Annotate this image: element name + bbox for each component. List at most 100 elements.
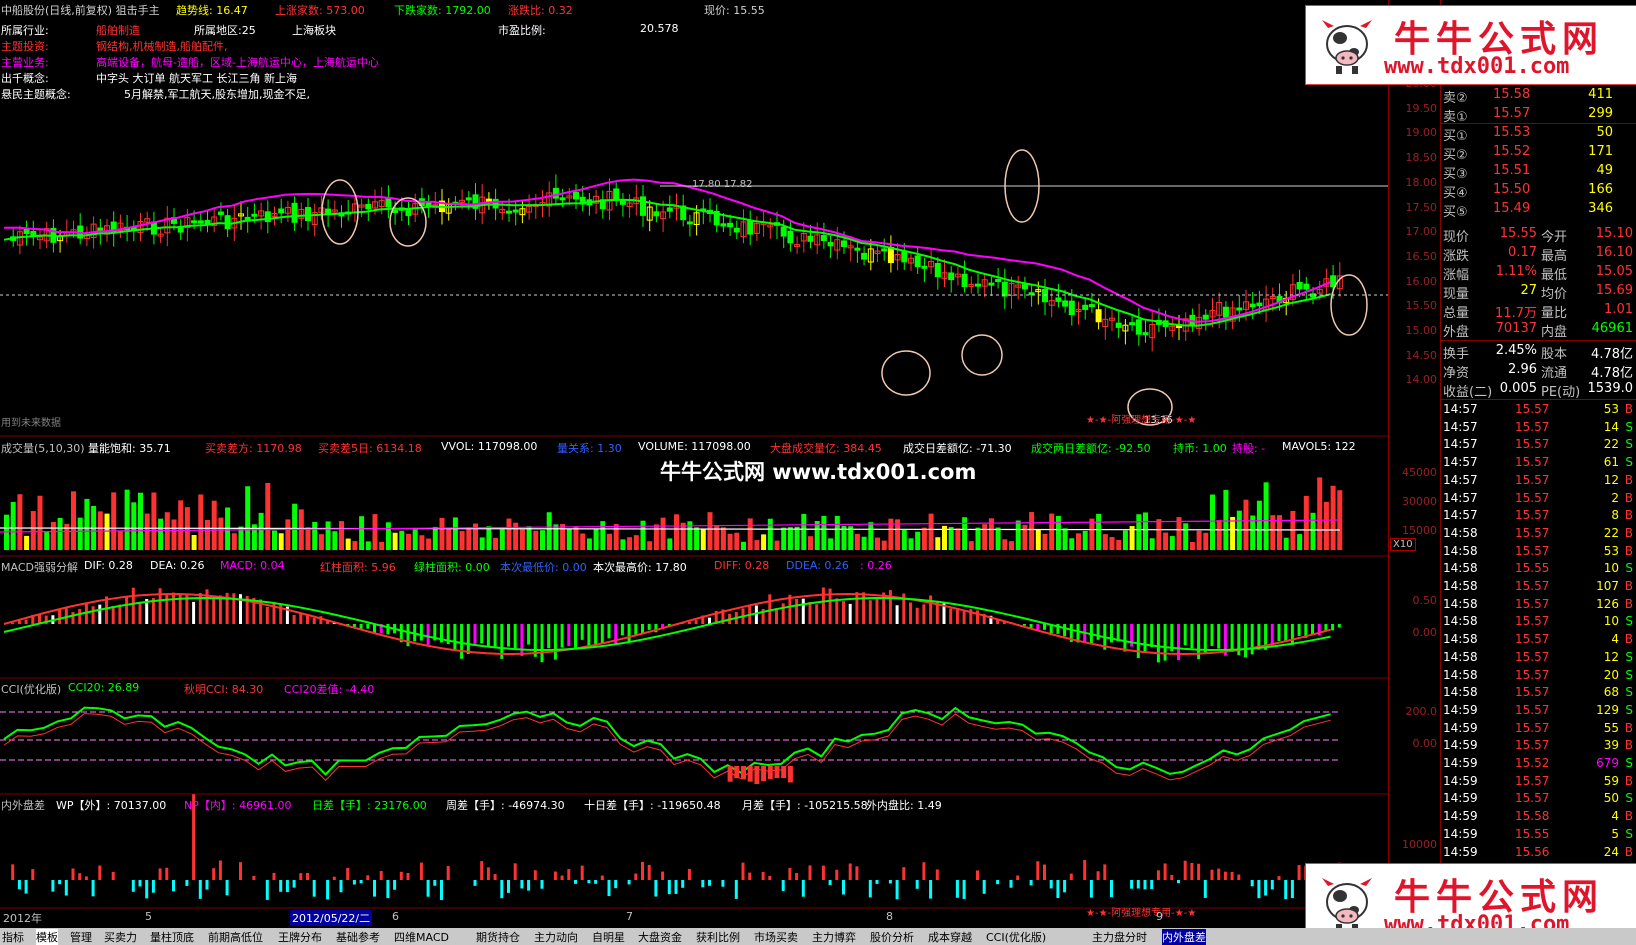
volume-bar <box>727 533 733 550</box>
stat-value: 46961 <box>1591 321 1633 336</box>
volume-bar <box>305 527 311 550</box>
stat-label: 现价 <box>1443 230 1470 245</box>
volume-bar <box>1082 530 1088 550</box>
axis-tick-label: 16.00 <box>1405 274 1438 288</box>
tick-volume: 22 <box>1603 437 1619 452</box>
volume-bar <box>908 538 914 550</box>
tick-volume: 4 <box>1611 632 1619 647</box>
tick-volume: 2 <box>1611 490 1619 505</box>
date-label: 7 <box>626 910 633 923</box>
volume-bar <box>439 517 445 550</box>
tab-18[interactable]: CCI(优化版) <box>986 929 1046 945</box>
tab-0[interactable]: 指标 <box>2 929 24 945</box>
volume-bar <box>138 492 143 550</box>
tick-price: 15.55 <box>1515 561 1550 576</box>
tick-row: 14:57 15.57 22 S <box>1441 436 1636 454</box>
volume-bar <box>948 527 954 550</box>
tab-19[interactable]: 主力盘分时 <box>1092 929 1147 945</box>
tick-volume: 129 <box>1596 702 1619 717</box>
volume-bar <box>10 502 16 550</box>
macd-green: 绿柱面积: 0.00 <box>414 561 490 574</box>
candle-body <box>1236 307 1243 311</box>
volume-bar <box>499 529 505 550</box>
tick-price: 15.57 <box>1515 685 1550 700</box>
tick-volume: 68 <box>1603 685 1619 700</box>
business-label: 主营业务: <box>1 56 49 69</box>
concept-value: 中字头 大订单 航天军工 长江三角 新上海 <box>96 72 297 85</box>
candle-body <box>291 202 298 223</box>
tick-time: 14:58 <box>1443 579 1478 593</box>
candle-body <box>1021 284 1028 290</box>
axis-tick-label: 45000 <box>1402 466 1437 479</box>
tab-9[interactable]: 期货持仓 <box>476 929 520 945</box>
tick-time: 14:57 <box>1443 419 1478 434</box>
stat-label: 总量 <box>1443 306 1470 321</box>
volume-bar <box>419 535 425 550</box>
candle-body <box>975 283 981 287</box>
volume-bar <box>540 530 545 550</box>
tab-7[interactable]: 基础参考 <box>336 929 380 945</box>
volume-bar <box>493 537 499 550</box>
volume-bar <box>787 527 793 550</box>
volume-bar <box>613 524 619 550</box>
volume-bar <box>392 532 398 550</box>
tab-12[interactable]: 大盘资金 <box>638 929 682 945</box>
tick-volume: 10 <box>1603 614 1619 629</box>
stat-value: 16.10 <box>1595 245 1633 260</box>
tab-11[interactable]: 自明星 <box>592 929 625 945</box>
tick-volume: 12 <box>1603 649 1619 664</box>
tab-16[interactable]: 股价分析 <box>870 929 914 945</box>
volume-bar <box>955 528 961 550</box>
tick-row: 14:58 15.57 10 S <box>1441 613 1636 631</box>
volume-bar <box>1035 529 1041 550</box>
tab-14[interactable]: 市场买卖 <box>754 929 798 945</box>
tick-time: 14:59 <box>1443 756 1478 770</box>
order-book-row: 买④ 15.50 166 <box>1441 181 1636 201</box>
tab-17[interactable]: 成本穿越 <box>928 929 972 945</box>
cci-red-bar <box>781 766 787 779</box>
down-count: 下跌家数: 1792.00 <box>394 4 491 17</box>
volume-bar <box>901 530 907 550</box>
stat-label: 均价 <box>1541 287 1568 302</box>
ad-banner-top[interactable]: 牛牛公式网 www.tdx001.com <box>1305 5 1636 85</box>
stat-label: 内盘 <box>1541 325 1568 340</box>
tab-13[interactable]: 获利比例 <box>696 929 740 945</box>
tab-3[interactable]: 买卖力 <box>104 929 137 945</box>
tick-row: 14:59 15.57 129 S <box>1441 702 1636 720</box>
candle-body <box>948 272 955 281</box>
candle-body <box>720 223 727 227</box>
tick-volume: 8 <box>1611 508 1619 523</box>
volume-bar <box>486 526 492 550</box>
volume-bar <box>446 528 452 550</box>
tab-10[interactable]: 主力动向 <box>534 929 578 945</box>
tab-15[interactable]: 主力博弈 <box>812 929 856 945</box>
tick-volume: 24 <box>1603 844 1619 859</box>
candle-body <box>1142 332 1149 336</box>
volume-bar <box>278 533 284 550</box>
date-label: 8 <box>886 910 893 923</box>
tab-4[interactable]: 量柱顶底 <box>150 929 194 945</box>
order-book-row: 买③ 15.51 49 <box>1441 162 1636 182</box>
stat-label: 量比 <box>1541 306 1568 321</box>
cci-line <box>3 706 1331 776</box>
tick-row: 14:58 15.57 22 B <box>1441 525 1636 543</box>
tick-side: S <box>1625 561 1633 576</box>
tab-8[interactable]: 四维MACD <box>394 929 449 945</box>
order-book-row: 买① 15.53 50 <box>1441 124 1636 144</box>
volume-bar <box>1196 530 1202 550</box>
candle-body <box>686 221 693 225</box>
volume-bar <box>781 527 787 550</box>
tick-volume: 107 <box>1596 579 1619 593</box>
tab-1[interactable]: 模板 <box>36 929 58 945</box>
candle-body <box>485 198 492 202</box>
tab-6[interactable]: 王牌分布 <box>278 929 322 945</box>
tab-5[interactable]: 前期高低位 <box>208 929 263 945</box>
tick-price: 15.55 <box>1515 826 1550 841</box>
tab-2[interactable]: 管理 <box>70 929 92 945</box>
tick-row: 14:57 15.57 53 B <box>1441 401 1636 419</box>
stat-value: 4.78亿 <box>1591 347 1633 362</box>
tab-20[interactable]: 内外盘差 <box>1162 929 1206 945</box>
ad-url[interactable]: www.tdx001.com <box>1384 54 1569 79</box>
tick-price: 15.57 <box>1515 667 1550 682</box>
candle-body <box>1129 322 1136 326</box>
